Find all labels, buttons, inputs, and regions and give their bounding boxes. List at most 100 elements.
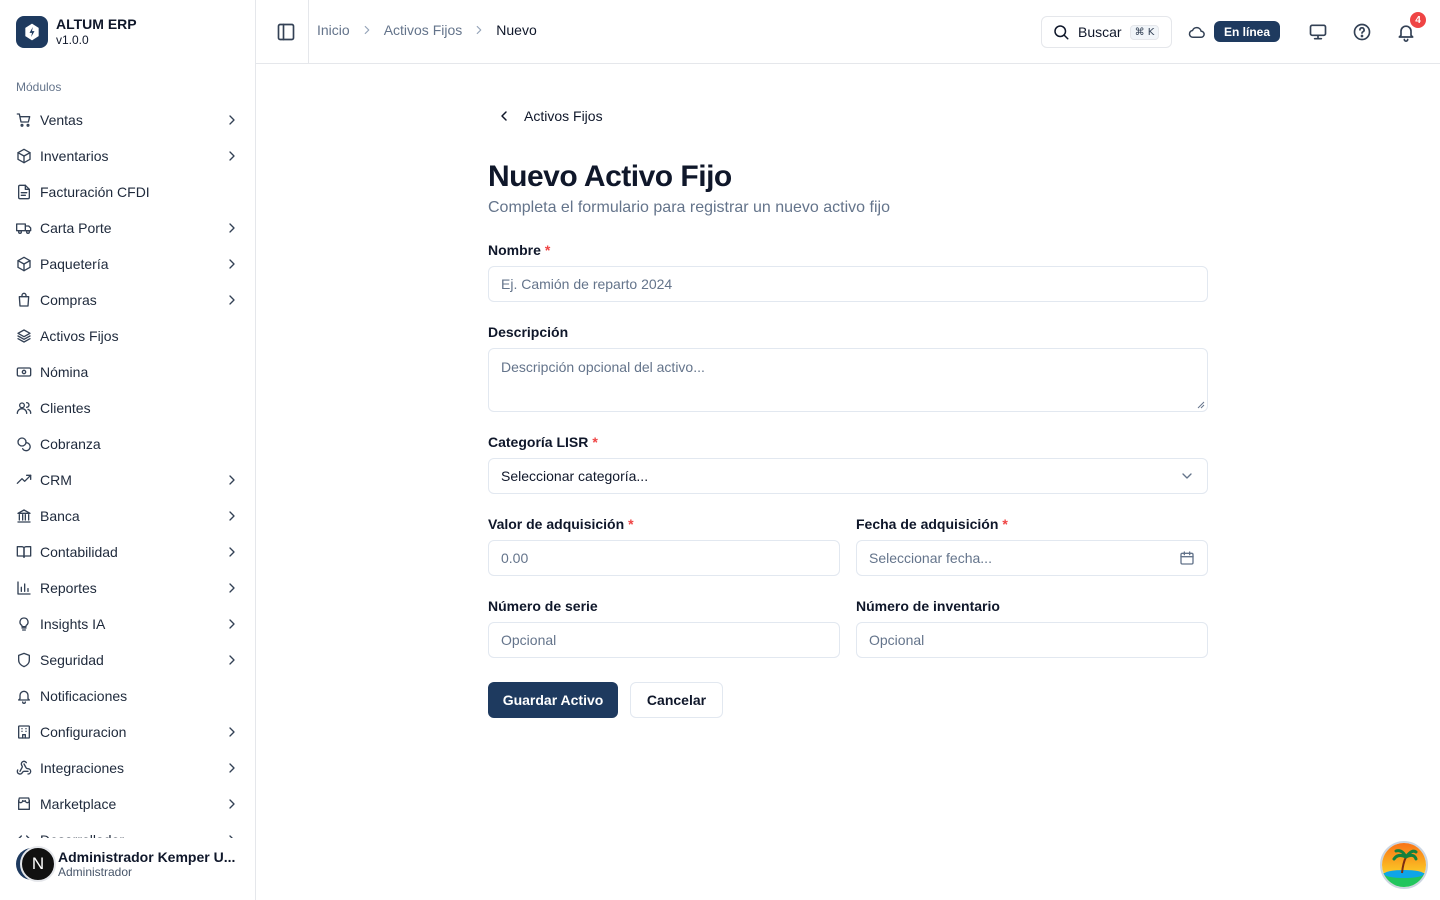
sidebar-item-label: CRM [40,472,72,488]
chevron-right-icon [224,472,240,488]
valor-label: Valor de adquisición * [488,516,634,532]
breadcrumb-activos-fijos[interactable]: Activos Fijos [384,22,463,38]
sidebar-item-compras[interactable]: Compras [8,282,248,318]
sidebar-item-cobranza[interactable]: Cobranza [8,426,248,462]
sidebar-item-contabilidad[interactable]: Contabilidad [8,534,248,570]
categoria-label: Categoría LISR * [488,434,598,450]
user-name: Administrador Kemper U... [58,849,236,865]
logo-icon [16,16,48,48]
beach-icon [1382,843,1426,887]
required-mark: * [544,242,551,258]
save-button[interactable]: Guardar Activo [488,682,618,718]
chevron-right-icon [224,220,240,236]
avatar: N [16,846,56,882]
user-role: Administrador [58,865,133,879]
back-link[interactable]: Activos Fijos [496,108,603,124]
descripcion-label: Descripción [488,324,569,340]
nombre-input[interactable]: Ej. Camión de reparto 2024 [488,266,1208,302]
sidebar-item-configuracion[interactable]: Configuracion [8,714,248,750]
app-version: v1.0.0 [56,33,89,47]
serie-placeholder: Opcional [501,632,557,648]
chevron-right-icon [224,796,240,812]
back-link-label: Activos Fijos [524,108,603,124]
sidebar-toggle-icon[interactable] [276,22,296,42]
chevron-right-icon [224,616,240,632]
brand[interactable]: ALTUM ERP v1.0.0 [16,16,137,48]
assistant-avatar-button[interactable] [1380,841,1428,889]
fecha-label-text: Fecha de adquisición [856,516,999,532]
fecha-date-picker[interactable]: Seleccionar fecha... [856,540,1208,576]
cancel-button[interactable]: Cancelar [630,682,723,718]
page-subtitle: Completa el formulario para registrar un… [488,199,890,216]
serie-input[interactable]: Opcional [488,622,840,658]
monitor-icon[interactable] [1308,22,1328,42]
search-button[interactable]: Buscar ⌘ K [1041,16,1172,48]
sidebar-item-label: Configuracion [40,724,127,740]
resize-handle-icon[interactable] [1197,401,1205,409]
categoria-label-text: Categoría LISR [488,434,589,450]
sidebar-item-label: Notificaciones [40,688,128,704]
chevron-right-icon [224,832,240,838]
search-icon [1052,23,1070,41]
inventario-input[interactable]: Opcional [856,622,1208,658]
inventario-placeholder: Opcional [869,632,925,648]
valor-input[interactable]: 0.00 [488,540,840,576]
sidebar-item-crm[interactable]: CRM [8,462,248,498]
sidebar-item-label: Inventarios [40,148,109,164]
sidebar-item-desarrollador[interactable]: Desarrollador [8,822,248,838]
sidebar-item-label: Facturación CFDI [40,184,150,200]
chevron-right-icon [224,580,240,596]
chevron-right-icon [224,724,240,740]
categoria-selected: Seleccionar categoría... [501,468,649,484]
sidebar-item-label: Compras [40,292,97,308]
sidebar-item-inventarios[interactable]: Inventarios [8,138,248,174]
sidebar-item-label: Activos Fijos [40,328,119,344]
categoria-select[interactable]: Seleccionar categoría... [488,458,1208,494]
breadcrumb-inicio[interactable]: Inicio [317,22,350,38]
chevron-right-icon [224,544,240,560]
inventario-label: Número de inventario [856,598,1000,614]
sidebar-item-ventas[interactable]: Ventas [8,102,248,138]
sidebar-item-label: Reportes [40,580,97,596]
sidebar-item-nomina[interactable]: Nómina [8,354,248,390]
layers-icon [16,328,32,344]
package-icon [16,256,32,272]
descripcion-placeholder: Descripción opcional del activo... [501,359,705,375]
sidebar-item-clientes[interactable]: Clientes [8,390,248,426]
descripcion-textarea[interactable]: Descripción opcional del activo... [488,348,1208,412]
required-mark: * [1002,516,1008,532]
sidebar-item-marketplace[interactable]: Marketplace [8,786,248,822]
bell-icon [16,688,32,704]
sidebar-item-notificaciones[interactable]: Notificaciones [8,678,248,714]
sidebar-item-facturacion-cfdi[interactable]: Facturación CFDI [8,174,248,210]
calendar-icon [1179,550,1195,566]
chevron-right-icon [472,23,486,37]
sidebar-item-banca[interactable]: Banca [8,498,248,534]
sidebar-item-activos-fijos[interactable]: Activos Fijos [8,318,248,354]
book-open-icon [16,544,32,560]
sidebar-item-paqueteria[interactable]: Paquetería [8,246,248,282]
chevron-down-icon [1179,468,1195,484]
sidebar-item-seguridad[interactable]: Seguridad [8,642,248,678]
shopping-bag-icon [16,292,32,308]
sidebar-item-carta-porte[interactable]: Carta Porte [8,210,248,246]
app-name: ALTUM ERP [56,16,137,32]
user-profile[interactable]: N Administrador Kemper U... Administrado… [16,842,244,886]
serie-label: Número de serie [488,598,598,614]
sidebar-item-reportes[interactable]: Reportes [8,570,248,606]
sidebar-item-label: Insights IA [40,616,106,632]
sidebar-item-insights-ia[interactable]: Insights IA [8,606,248,642]
chevron-right-icon [224,112,240,128]
nombre-label-text: Nombre [488,242,541,258]
truck-icon [16,220,32,236]
code-icon [16,832,32,838]
sidebar-item-label: Paquetería [40,256,109,272]
chevron-right-icon [224,256,240,272]
search-label: Buscar [1078,24,1122,40]
coins-icon [16,436,32,452]
help-icon[interactable] [1352,22,1372,42]
required-mark: * [628,516,634,532]
sidebar-item-label: Banca [40,508,80,524]
users-icon [16,400,32,416]
sidebar-item-integraciones[interactable]: Integraciones [8,750,248,786]
